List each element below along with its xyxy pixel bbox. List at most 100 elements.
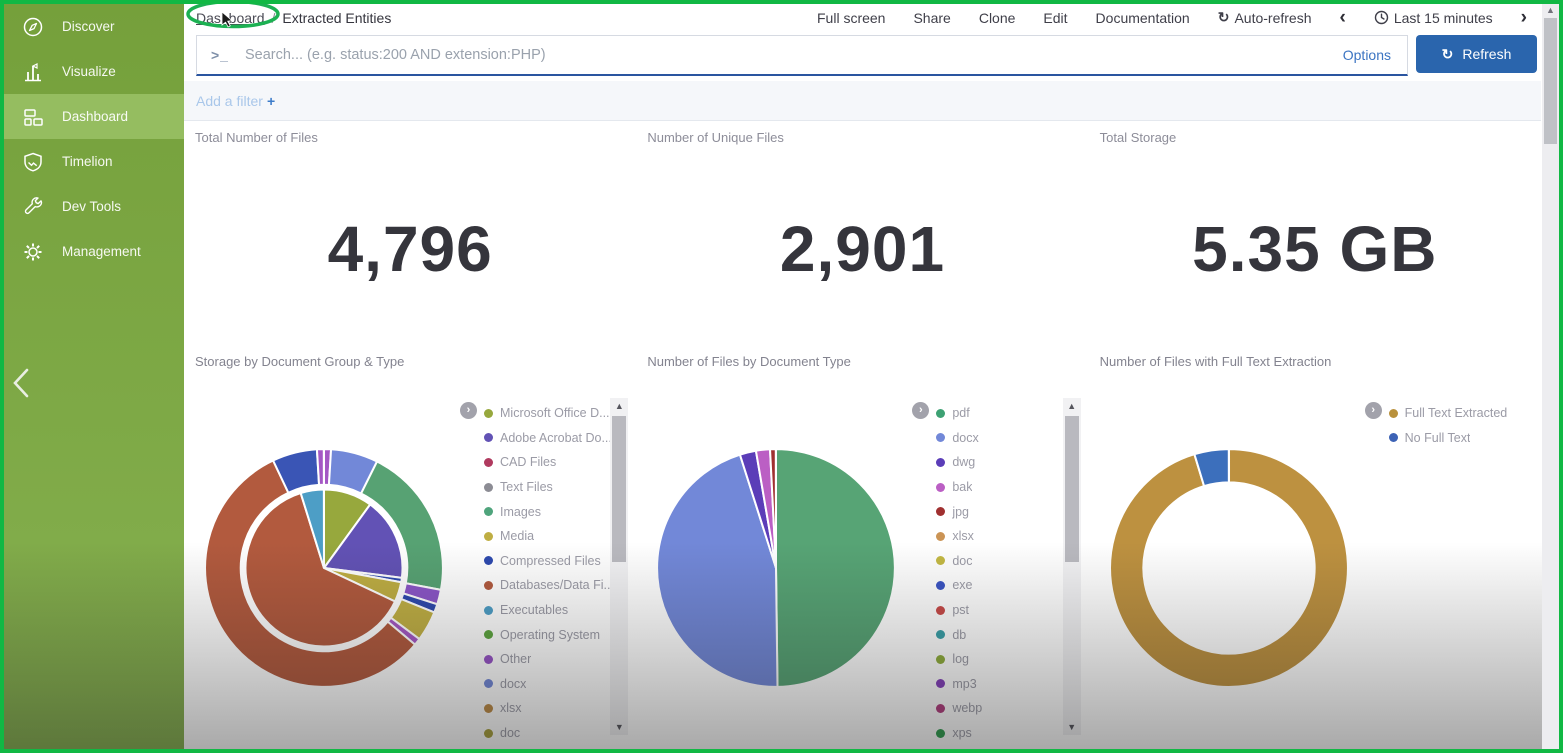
legend-swatch [1389,433,1398,442]
legend-swatch [936,630,945,639]
legend-swatch [936,655,945,664]
chart-panel-files-by-type: Number of Files by Document Type › pdf do… [636,344,1088,749]
sidebar-item-discover[interactable]: Discover [4,4,184,49]
legend-swatch [484,409,493,418]
charts-row: Storage by Document Group & Type › Micro… [184,344,1541,749]
dashboard-icon [22,106,44,128]
search-box: >_ Options [196,35,1408,76]
chart-panel-full-text: Number of Files with Full Text Extractio… [1089,344,1541,749]
legend-label: dwg [952,455,975,469]
chart-title: Number of Files by Document Type [647,354,851,369]
main-area: Dashboard / Extracted Entities Full scre… [184,4,1559,749]
time-back-button[interactable]: ‹ [1340,8,1346,27]
time-range-picker[interactable]: Last 15 minutes [1374,10,1493,26]
menu-share[interactable]: Share [913,10,950,26]
legend-toggle-button[interactable]: › [912,402,929,419]
metric-value: 2,901 [636,212,1088,286]
legend-label: Images [500,505,541,519]
sidebar-item-label: Dev Tools [62,199,121,214]
legend-label: Adobe Acrobat Do... [500,431,612,445]
donut-chart-full-text [1103,442,1355,694]
legend-label: mp3 [952,677,976,691]
sidebar-collapse-button[interactable] [8,360,36,406]
legend-label: Executables [500,603,568,617]
sidebar-item-timelion[interactable]: Timelion [4,139,184,184]
pie-slice-pdf[interactable] [776,449,895,687]
legend-swatch [936,409,945,418]
legend-swatch [936,704,945,713]
add-filter-button[interactable]: Add a filter+ [196,93,275,109]
legend-swatch [484,507,493,516]
legend-swatch [484,679,493,688]
menu-clone[interactable]: Clone [979,10,1016,26]
legend-swatch [484,483,493,492]
visualize-icon [22,61,44,83]
legend-swatch [484,606,493,615]
legend-label: exe [952,578,972,592]
legend-scrollbar[interactable]: ▲ ▼ [610,398,628,735]
legend-label: pdf [952,406,969,420]
legend-label: Microsoft Office D... [500,406,610,420]
search-input[interactable] [243,46,1327,64]
legend-label: doc [952,554,972,568]
legend-swatch [484,581,493,590]
legend-item[interactable]: No Full Text [1389,426,1549,451]
search-options-link[interactable]: Options [1327,47,1407,63]
pie-slice-full-text-extracted[interactable] [1110,449,1348,687]
legend-label: log [952,652,969,666]
panel-title: Number of Unique Files [647,130,784,145]
scrollbar-thumb[interactable] [612,416,626,562]
legend-swatch [936,433,945,442]
metric-panel-unique-files: Number of Unique Files 2,901 [636,120,1088,344]
scroll-up-icon[interactable]: ▲ [1542,4,1559,17]
scroll-up-icon[interactable]: ▲ [610,399,628,413]
time-forward-button[interactable]: › [1521,8,1527,27]
scroll-down-icon[interactable]: ▼ [1063,720,1081,734]
refresh-button[interactable]: ↻ Refresh [1416,35,1537,73]
menu-documentation[interactable]: Documentation [1096,10,1190,26]
scrollbar-thumb[interactable] [1544,18,1557,144]
legend-swatch [484,556,493,565]
legend-toggle-button[interactable]: › [460,402,477,419]
scrollbar-thumb[interactable] [1065,416,1079,562]
legend-label: pst [952,603,969,617]
timelion-icon [22,151,44,173]
scroll-down-icon[interactable]: ▼ [610,720,628,734]
plus-icon: + [267,93,275,109]
legend-scrollbar[interactable]: ▲ ▼ [1063,398,1081,735]
legend-label: docx [952,431,978,445]
legend-label: bak [952,480,972,494]
legend-label: xps [952,726,971,740]
sidebar-item-dev-tools[interactable]: Dev Tools [4,184,184,229]
clock-icon [1374,10,1389,25]
legend-swatch [936,532,945,541]
breadcrumb: Dashboard / Extracted Entities [184,10,391,26]
breadcrumb-dashboard-link[interactable]: Dashboard [196,10,265,26]
sidebar-item-dashboard[interactable]: Dashboard [4,94,184,139]
menu-edit[interactable]: Edit [1043,10,1067,26]
legend-swatch [484,729,493,738]
auto-refresh-button[interactable]: ↻ Auto-refresh [1218,9,1312,26]
legend-swatch [936,507,945,516]
sidebar-item-label: Dashboard [62,109,128,124]
legend-swatch [936,679,945,688]
metric-value: 5.35 GB [1089,212,1541,286]
refresh-icon: ↻ [1442,46,1454,63]
legend-label: Databases/Data Fi... [500,578,614,592]
pie-chart-file-types [650,442,902,694]
filter-bar: Add a filter+ [184,81,1541,121]
management-icon [22,241,44,263]
chart-panel-storage-by-group: Storage by Document Group & Type › Micro… [184,344,636,749]
sidebar-item-visualize[interactable]: Visualize [4,49,184,94]
dev-tools-icon [22,196,44,218]
legend-toggle-button[interactable]: › [1365,402,1382,419]
menu-full-screen[interactable]: Full screen [817,10,885,26]
sidebar-item-management[interactable]: Management [4,229,184,274]
legend-label: webp [952,701,982,715]
legend-label: docx [500,677,526,691]
legend-item[interactable]: Full Text Extracted [1389,401,1549,426]
pie-slice[interactable] [317,449,324,485]
scroll-up-icon[interactable]: ▲ [1063,399,1081,413]
panel-title: Total Storage [1100,130,1177,145]
page-scrollbar[interactable]: ▲ [1542,4,1559,749]
